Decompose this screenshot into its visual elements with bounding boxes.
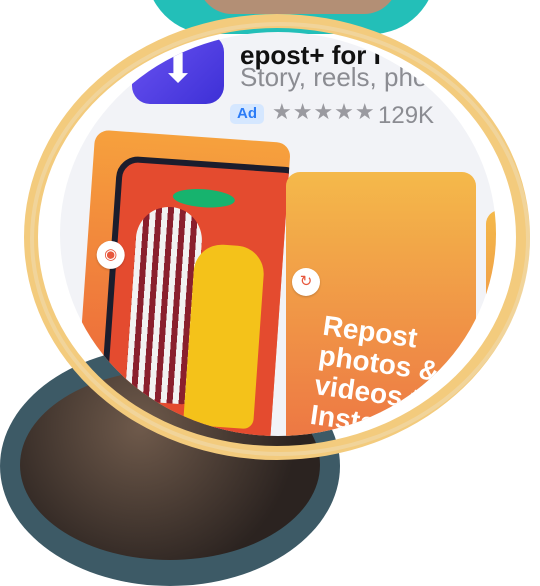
repost-icon: ↻: [292, 268, 320, 296]
hat: [172, 187, 235, 209]
model-right: [183, 243, 266, 429]
promo-text: Repost photos & videos to Insta: [308, 311, 476, 436]
app-store-listing: ⬇ epost+ for I Story, reels, photo Ad ★★…: [60, 32, 496, 436]
phone-mockup: [96, 155, 291, 436]
star-rating: ★★★★★: [272, 99, 376, 125]
ad-badge: Ad: [230, 104, 264, 124]
screenshot-card-3[interactable]: [486, 210, 496, 436]
screenshot-card-2[interactable]: ↻ Repost photos & videos to Insta: [286, 172, 476, 436]
decorative-photo-top: [198, 0, 398, 14]
screenshot-card-1[interactable]: ◉: [73, 130, 291, 436]
phone-toolbar: [102, 427, 282, 436]
app-subtitle: Story, reels, photo: [240, 62, 449, 93]
app-store-collage: ⬇ epost+ for I Story, reels, photo Ad ★★…: [0, 0, 540, 466]
repost-icon[interactable]: ⬇: [132, 34, 224, 104]
rating-count: 129K: [378, 102, 434, 130]
